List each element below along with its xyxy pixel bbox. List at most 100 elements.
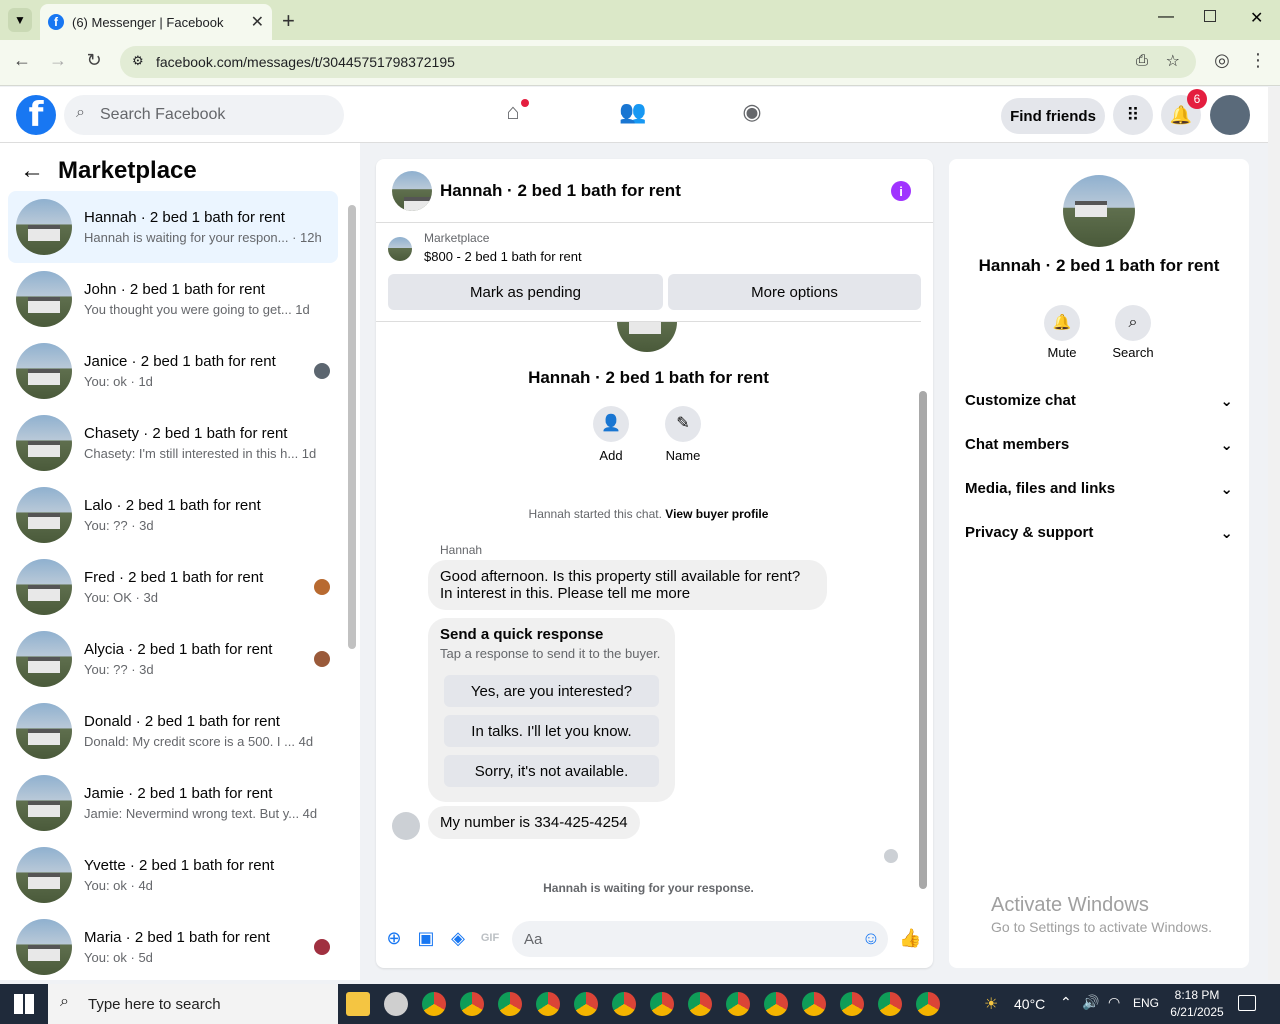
mark-pending-button[interactable]: Mark as pending [388,274,663,310]
browser-tab[interactable]: f (6) Messenger | Facebook ✕ [40,4,272,40]
conversation-item[interactable]: Chasety · 2 bed 1 bath for rent Chasety: … [8,407,338,479]
quick-response-yes-button[interactable]: Yes, are you interested? [444,675,659,707]
conversation-item[interactable]: John · 2 bed 1 bath for rent You thought … [8,263,338,335]
quick-response-title: Send a quick response [440,626,604,643]
forward-icon[interactable]: → [46,50,70,71]
notifications-bell-icon[interactable]: 🔔 6 [1161,89,1207,135]
conversation-avatar [16,775,72,831]
chrome-icon[interactable] [574,992,598,1016]
tray-chevron-icon[interactable]: ⌃ [1060,994,1072,1011]
chat-scrollbar[interactable] [919,391,927,889]
privacy-support-section[interactable]: Privacy & support ⌄ [965,524,1233,542]
chrome-icon[interactable] [878,992,902,1016]
photo-icon[interactable]: ▣ [415,927,437,949]
conversation-item[interactable]: Hannah · 2 bed 1 bath for rent Hannah is … [8,191,338,263]
back-icon[interactable]: ← [10,50,34,71]
chat-started-notice: Hannah started this chat. View buyer pro… [376,507,921,521]
language-indicator[interactable]: ENG [1133,996,1159,1010]
chrome-icon[interactable] [726,992,750,1016]
chrome-icon[interactable] [536,992,560,1016]
taskbar-search-input[interactable]: ⌕ Type here to search [48,984,338,1024]
address-bar[interactable]: ⚙ facebook.com/messages/t/30445751798372… [120,46,1196,78]
emoji-icon[interactable]: ☺ [860,927,882,949]
quick-response-talks-button[interactable]: In talks. I'll let you know. [444,715,659,747]
volume-icon[interactable]: 🔊 [1082,994,1099,1011]
quick-response-sorry-button[interactable]: Sorry, it's not available. [444,755,659,787]
groups-icon[interactable]: ◉ [736,99,768,131]
menu-grid-icon[interactable]: ⠿ [1113,95,1153,135]
app-icon[interactable] [384,992,408,1016]
back-arrow-icon[interactable]: ← [20,157,44,185]
conversation-item[interactable]: Maria · 2 bed 1 bath for rent You: ok · 5… [8,911,338,983]
url-text: facebook.com/messages/t/3044575179837219… [156,54,455,70]
chat-members-section[interactable]: Chat members ⌄ [965,436,1233,454]
tab-list-chevron-icon[interactable]: ▼ [8,8,32,32]
chrome-icon[interactable] [688,992,712,1016]
find-friends-button[interactable]: Find friends [1001,98,1105,134]
conversation-item[interactable]: Yvette · 2 bed 1 bath for rent You: ok · … [8,839,338,911]
conversation-item[interactable]: Jamie · 2 bed 1 bath for rent Jamie: Neve… [8,767,338,839]
more-options-button[interactable]: More options [668,274,921,310]
profile-icon[interactable]: ◎ [1210,50,1234,71]
add-member-button[interactable]: 👤 [593,406,629,442]
conversation-avatar [16,415,72,471]
view-buyer-profile-link[interactable]: View buyer profile [665,507,768,521]
conversation-item[interactable]: Lalo · 2 bed 1 bath for rent You: ?? · 3d [8,479,338,551]
chrome-icon[interactable] [422,992,446,1016]
browser-menu-icon[interactable]: ⋮ [1246,50,1270,71]
clock[interactable]: 8:18 PM 6/21/2025 [1166,987,1228,1021]
chrome-icon[interactable] [764,992,788,1016]
info-icon[interactable]: i [891,181,911,201]
plus-icon[interactable]: ⊕ [383,927,405,949]
chrome-icon[interactable] [840,992,864,1016]
conversation-preview: You: ?? · 3d [84,518,154,533]
conversation-item[interactable]: Janice · 2 bed 1 bath for rent You: ok · … [8,335,338,407]
chrome-icon[interactable] [460,992,484,1016]
friends-icon[interactable]: 👥 [617,99,649,131]
search-button[interactable]: ⌕ [1115,305,1151,341]
edit-name-button[interactable]: ✎ [665,406,701,442]
conversation-item[interactable]: Fred · 2 bed 1 bath for rent You: OK · 3d [8,551,338,623]
conversation-item[interactable]: Donald · 2 bed 1 bath for rent Donald: My… [8,695,338,767]
customize-chat-section[interactable]: Customize chat ⌄ [965,392,1233,410]
chrome-icon[interactable] [612,992,636,1016]
mute-button[interactable]: 🔔 [1044,305,1080,341]
reload-icon[interactable]: ↻ [82,50,106,71]
weather-icon[interactable]: ☀ [984,994,998,1014]
chrome-icon[interactable] [650,992,674,1016]
chat-avatar[interactable] [392,170,432,211]
sticker-icon[interactable]: ◈ [447,927,469,949]
listing-summary[interactable]: Marketplace $800 - 2 bed 1 bath for rent [388,231,582,264]
chat-title[interactable]: Hannah · 2 bed 1 bath for rent [440,181,681,201]
media-files-section[interactable]: Media, files and links ⌄ [965,480,1233,498]
close-window-icon[interactable]: ✕ [1250,8,1263,28]
chrome-icon[interactable] [802,992,826,1016]
restore-icon[interactable] [1204,10,1216,22]
conversation-avatar [16,703,72,759]
new-tab-icon[interactable]: + [282,8,295,34]
windows-start-icon[interactable] [14,994,34,1014]
notification-center-icon[interactable] [1238,995,1256,1011]
chrome-icon[interactable] [916,992,940,1016]
file-explorer-icon[interactable] [346,992,370,1016]
info-name: Hannah · 2 bed 1 bath for rent [978,256,1220,275]
chrome-icon[interactable] [498,992,522,1016]
marketplace-title: Marketplace [58,157,197,184]
thumbs-up-icon[interactable]: 👍 [899,927,921,949]
minimize-icon[interactable]: — [1158,8,1174,26]
message-input[interactable]: Aa [512,921,888,957]
facebook-search-input[interactable]: ⌕ Search Facebook [64,95,344,135]
site-info-icon[interactable]: ⚙ [132,53,144,69]
bookmark-star-icon[interactable]: ☆ [1166,51,1180,71]
install-app-icon[interactable]: ⎙ [1136,52,1148,69]
tab-close-icon[interactable]: ✕ [251,12,264,32]
account-avatar[interactable] [1210,95,1250,135]
page-scrollbar[interactable] [1268,87,1280,980]
home-icon[interactable]: ⌂ [497,99,529,131]
weather-temp[interactable]: 40°C [1014,996,1045,1012]
conversation-item[interactable]: Alycia · 2 bed 1 bath for rent You: ?? · … [8,623,338,695]
network-icon[interactable]: ◠ [1108,994,1120,1011]
conversation-list-scrollbar[interactable] [348,205,356,649]
gif-icon[interactable]: GIF [479,927,501,949]
facebook-logo-icon[interactable]: f [16,95,56,135]
